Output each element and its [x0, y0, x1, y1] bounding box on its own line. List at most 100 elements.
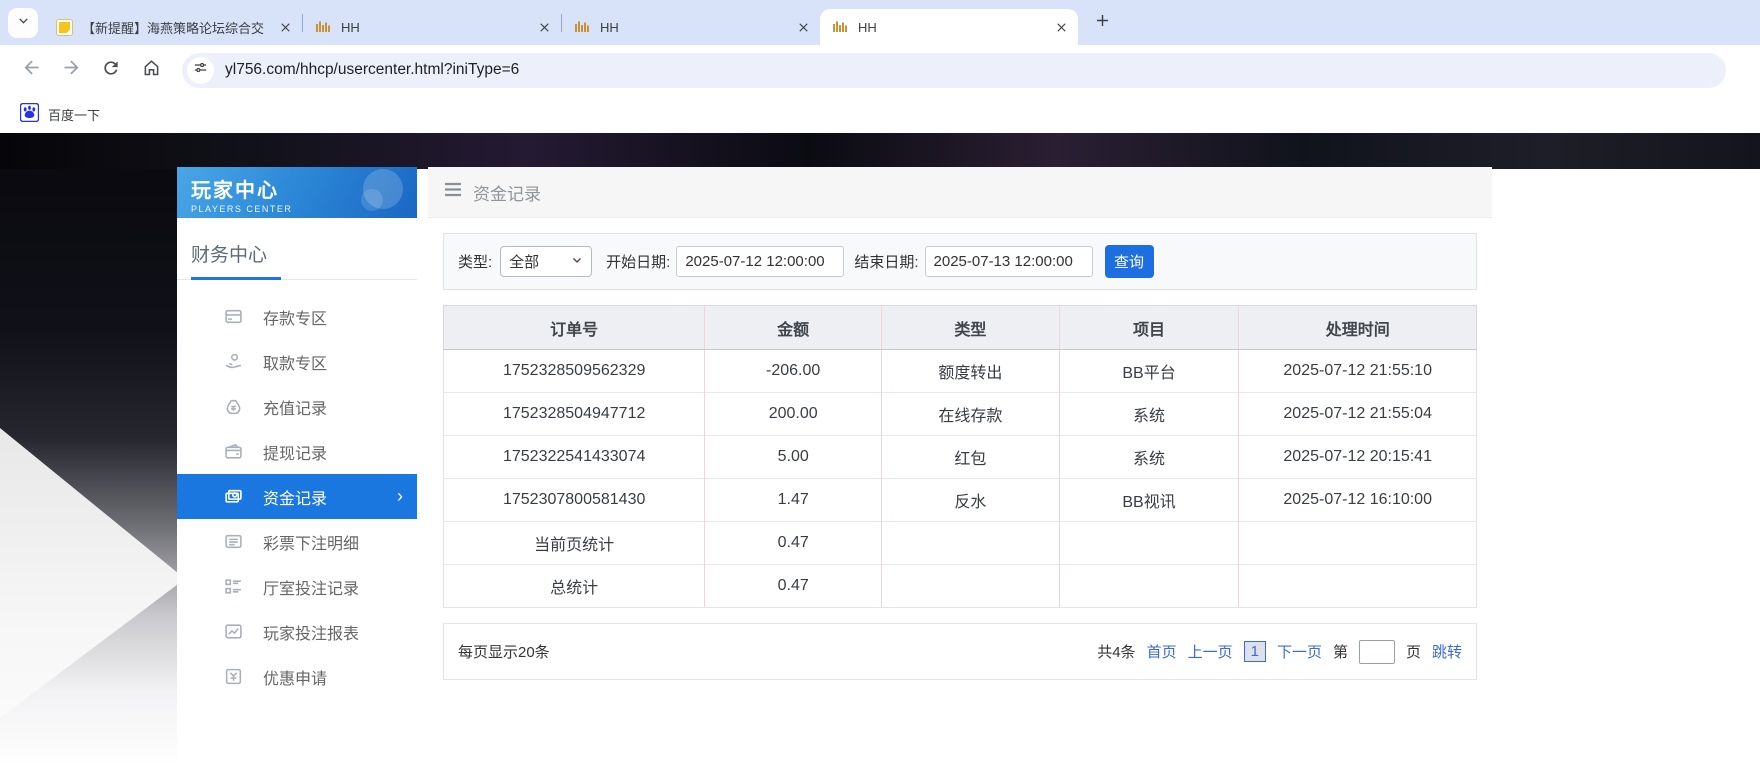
back-button[interactable] [14, 53, 48, 87]
browser-tab-3[interactable]: HH [562, 9, 820, 45]
table-cell: 额度转出 [881, 350, 1059, 393]
reload-button[interactable] [94, 53, 128, 87]
table-row: 17523225414330745.00红包系统2025-07-12 20:15… [444, 436, 1477, 479]
bookmark-baidu[interactable]: 百度一下 [12, 100, 108, 128]
search-button[interactable]: 查询 [1105, 245, 1154, 278]
table-cell: BB平台 [1059, 350, 1239, 393]
sidebar-item-label: 优惠申请 [263, 665, 327, 689]
table-cell [1239, 522, 1477, 565]
tab-title: 【新提醒】海燕策略论坛综合交 [82, 18, 276, 37]
pagination-bar: 每页显示20条 共4条 首页 上一页 1 下一页 第 页 跳转 [443, 623, 1477, 680]
tab-search-button[interactable] [8, 8, 38, 38]
table-cell: BB视讯 [1059, 479, 1239, 522]
main-panel: 资金记录 类型: 全部 开始日期: 结束日期: 查询 订单号金额类型项目处理时间… [428, 167, 1492, 768]
table-cell: 200.00 [705, 393, 882, 436]
sidebar-item-8[interactable]: 玩家投注报表 [177, 609, 417, 654]
sidebar-item-label: 提现记录 [263, 440, 327, 464]
new-tab-button[interactable] [1088, 9, 1116, 37]
table-cell: 2025-07-12 21:55:10 [1239, 350, 1477, 393]
table-cell [1239, 565, 1477, 608]
sidebar-item-1[interactable]: 存款专区 [177, 294, 417, 339]
url-text[interactable]: yl756.com/hhcp/usercenter.html?iniType=6 [225, 61, 519, 79]
table-cell: 0.47 [705, 565, 882, 608]
tab-close-icon[interactable] [276, 18, 294, 36]
plus-icon [1093, 11, 1112, 35]
table-header-row: 订单号金额类型项目处理时间 [444, 306, 1477, 350]
address-bar[interactable]: yl756.com/hhcp/usercenter.html?iniType=6 [182, 53, 1726, 88]
column-header: 订单号 [444, 306, 705, 350]
page-title: 资金记录 [473, 180, 541, 205]
pagination-controls: 共4条 首页 上一页 1 下一页 第 页 跳转 [1097, 640, 1462, 664]
column-header: 类型 [881, 306, 1059, 350]
type-select[interactable]: 全部 [500, 246, 592, 277]
table-cell: -206.00 [705, 350, 882, 393]
start-date-input[interactable] [676, 246, 844, 277]
page-jump-input[interactable] [1359, 640, 1395, 664]
table-row: 总统计0.47 [444, 565, 1477, 608]
sidebar-item-6[interactable]: 彩票下注明细 [177, 519, 417, 564]
circle-decoration [361, 189, 383, 211]
hand-money-icon [223, 352, 243, 371]
sidebar-item-label: 资金记录 [263, 485, 327, 509]
jump-link[interactable]: 跳转 [1432, 641, 1462, 662]
sidebar-menu: 存款专区取款专区充值记录提现记录资金记录 › 彩票下注明细厅室投注记录玩家投注报表优… [177, 280, 417, 699]
sidebar-item-5[interactable]: 资金记录 › [177, 474, 417, 519]
chevron-down-icon [16, 13, 31, 33]
sidebar-item-7[interactable]: 厅室投注记录 [177, 564, 417, 609]
first-page-link[interactable]: 首页 [1147, 641, 1177, 662]
page-viewport: 玩家中心 PLAYERS CENTER 财务中心 存款专区取款专区充值记录提现记… [0, 133, 1760, 768]
table-cell: 红包 [881, 436, 1059, 479]
tab-close-icon[interactable] [794, 18, 812, 36]
table-cell: 2025-07-12 21:55:04 [1239, 393, 1477, 436]
back-arrow-icon [21, 57, 42, 83]
tabs-container: 【新提醒】海燕策略论坛综合交HHHHHH [44, 0, 1078, 45]
forward-button[interactable] [54, 53, 88, 87]
baidu-paw-icon [20, 103, 39, 125]
browser-tab-4[interactable]: HH [820, 9, 1078, 45]
home-button[interactable] [134, 53, 168, 87]
table-cell: 反水 [881, 479, 1059, 522]
table-row: 1752328504947712200.00在线存款系统2025-07-12 2… [444, 393, 1477, 436]
table-cell: 2025-07-12 20:15:41 [1239, 436, 1477, 479]
sidebar-item-3[interactable]: 充值记录 [177, 384, 417, 429]
chevron-right-icon: › [397, 486, 403, 507]
table-cell: 系统 [1059, 436, 1239, 479]
forward-arrow-icon [61, 57, 82, 83]
sidebar-item-2[interactable]: 取款专区 [177, 339, 417, 384]
cash-notes-icon [223, 487, 243, 506]
table-cell: 1752328509562329 [444, 350, 705, 393]
sidebar-item-4[interactable]: 提现记录 [177, 429, 417, 474]
end-date-input[interactable] [925, 246, 1093, 277]
hall-list-icon [223, 577, 243, 596]
table-cell [881, 565, 1059, 608]
main-header: 资金记录 [428, 167, 1492, 218]
table-row: 17523078005814301.47反水BB视讯2025-07-12 16:… [444, 479, 1477, 522]
table-cell [881, 522, 1059, 565]
next-page-link[interactable]: 下一页 [1277, 641, 1322, 662]
total-count-label: 共4条 [1097, 641, 1135, 662]
browser-tab-2[interactable]: HH [303, 9, 561, 45]
column-header: 处理时间 [1239, 306, 1477, 350]
tab-close-icon[interactable] [1052, 18, 1070, 36]
sidebar-item-9[interactable]: 优惠申请 [177, 654, 417, 699]
filter-bar: 类型: 全部 开始日期: 结束日期: 查询 [443, 233, 1477, 290]
prev-page-link[interactable]: 上一页 [1188, 641, 1233, 662]
sidebar-item-label: 存款专区 [263, 305, 327, 329]
sidebar-panel: 玩家中心 PLAYERS CENTER 财务中心 存款专区取款专区充值记录提现记… [177, 167, 417, 768]
table-cell: 1752307800581430 [444, 479, 705, 522]
tab-close-icon[interactable] [535, 18, 553, 36]
home-icon [141, 57, 162, 83]
browser-tab-1[interactable]: 【新提醒】海燕策略论坛综合交 [44, 9, 302, 45]
sidebar-banner: 玩家中心 PLAYERS CENTER [177, 167, 417, 218]
tab-strip: 【新提醒】海燕策略论坛综合交HHHHHH [0, 0, 1760, 45]
sidebar-item-label: 彩票下注明细 [263, 530, 359, 554]
table-cell: 0.47 [705, 522, 882, 565]
table-cell: 1.47 [705, 479, 882, 522]
site-settings-button[interactable] [187, 57, 214, 84]
funds-table: 订单号金额类型项目处理时间 1752328509562329-206.00额度转… [443, 305, 1477, 608]
table-cell [1059, 522, 1239, 565]
hh-gold-favicon-icon [315, 19, 332, 36]
page-jump-prefix: 第 [1333, 641, 1348, 662]
money-bag-icon [223, 397, 243, 416]
table-cell: 系统 [1059, 393, 1239, 436]
